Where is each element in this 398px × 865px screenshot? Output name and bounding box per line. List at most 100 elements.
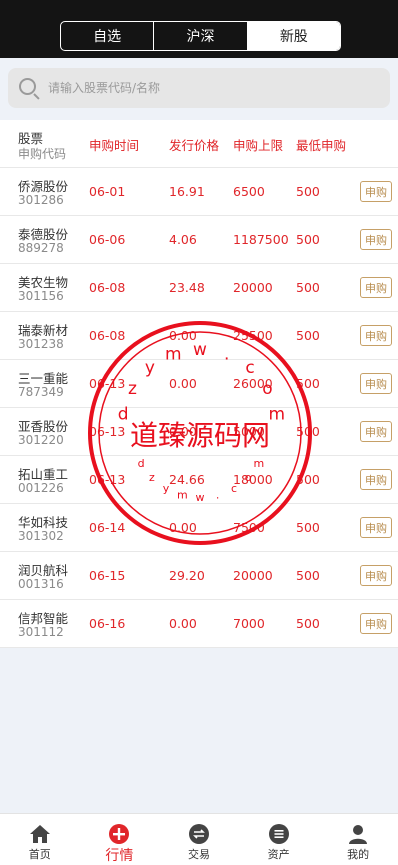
min-subscription: 500 — [296, 472, 320, 487]
home-icon — [29, 825, 50, 843]
header-min: 最低申购 — [296, 138, 347, 153]
tab-new-stocks[interactable]: 新股 — [246, 22, 340, 50]
min-subscription: 500 — [296, 376, 320, 391]
nav-home[interactable]: 首页 — [0, 814, 80, 865]
apply-button[interactable]: 申购 — [360, 565, 392, 586]
ipo-date: 06-01 — [89, 184, 126, 199]
issue-price: 24.66 — [169, 472, 205, 487]
min-subscription: 500 — [296, 184, 320, 199]
table-row[interactable]: 侨源股份 301286 06-01 16.91 6500 500 申购 — [0, 168, 398, 216]
min-subscription: 500 — [296, 520, 320, 535]
ipo-date: 06-13 — [89, 472, 126, 487]
header-date: 申购时间 — [89, 138, 140, 153]
apply-button[interactable]: 申购 — [360, 517, 392, 538]
subscription-limit: 5000 — [233, 424, 265, 439]
stock-code: 301238 — [18, 337, 64, 351]
table-row[interactable]: 亚香股份 301220 06-13 0.00 5000 500 申购 — [0, 408, 398, 456]
nav-assets-label: 资产 — [267, 848, 290, 861]
subscription-limit: 20000 — [233, 280, 273, 295]
ipo-date: 06-08 — [89, 280, 126, 295]
ipo-date: 06-14 — [89, 520, 126, 535]
apply-button[interactable]: 申购 — [360, 613, 392, 634]
stock-code: 301220 — [18, 433, 64, 447]
ipo-date: 06-15 — [89, 568, 126, 583]
issue-price: 0.00 — [169, 424, 197, 439]
table-row[interactable]: 泰德股份 889278 06-06 4.06 1187500 500 申购 — [0, 216, 398, 264]
subscription-limit: 25500 — [233, 328, 273, 343]
exchange-icon — [188, 824, 209, 844]
ipo-date: 06-13 — [89, 376, 126, 391]
nav-market-label: 行情 — [105, 848, 134, 864]
apply-button[interactable]: 申购 — [360, 373, 392, 394]
table-row[interactable]: 拓山重工 001226 06-13 24.66 18000 500 申购 — [0, 456, 398, 504]
min-subscription: 500 — [296, 328, 320, 343]
ipo-date: 06-13 — [89, 424, 126, 439]
tab-shanghai-shenzhen[interactable]: 沪深 — [153, 22, 246, 50]
header-code: 申购代码 — [18, 147, 67, 161]
table-row[interactable]: 瑞泰新材 301238 06-08 0.00 25500 500 申购 — [0, 312, 398, 360]
nav-profile-label: 我的 — [347, 848, 370, 861]
stock-code: 301302 — [18, 529, 64, 543]
stock-code: 787349 — [18, 385, 64, 399]
stock-code: 301112 — [18, 625, 64, 639]
nav-trade-label: 交易 — [187, 848, 210, 861]
market-segmented-control: 自选 沪深 新股 — [60, 21, 341, 51]
user-icon — [349, 825, 368, 844]
stock-code: 301286 — [18, 193, 64, 207]
subscription-limit: 6500 — [233, 184, 265, 199]
header-price: 发行价格 — [169, 138, 220, 153]
table-row[interactable]: 华如科技 301302 06-14 0.00 7500 500 申购 — [0, 504, 398, 552]
nav-market[interactable]: 行情 — [80, 814, 160, 865]
nav-profile[interactable]: 我的 — [318, 814, 398, 865]
issue-price: 23.48 — [169, 280, 205, 295]
bottom-nav: 首页 行情 交易 资产 我的 — [0, 813, 398, 865]
min-subscription: 500 — [296, 616, 320, 631]
wallet-icon — [268, 824, 289, 844]
search-input[interactable] — [48, 81, 368, 95]
min-subscription: 500 — [296, 232, 320, 247]
subscription-limit: 7500 — [233, 520, 265, 535]
min-subscription: 500 — [296, 280, 320, 295]
table-row[interactable]: 美农生物 301156 06-08 23.48 20000 500 申购 — [0, 264, 398, 312]
min-subscription: 500 — [296, 424, 320, 439]
subscription-limit: 26000 — [233, 376, 273, 391]
issue-price: 4.06 — [169, 232, 197, 247]
apply-button[interactable]: 申购 — [360, 421, 392, 442]
stock-code: 301156 — [18, 289, 64, 303]
issue-price: 0.00 — [169, 616, 197, 631]
min-subscription: 500 — [296, 568, 320, 583]
tab-watchlist[interactable]: 自选 — [61, 22, 153, 50]
search-box[interactable] — [8, 68, 390, 108]
apply-button[interactable]: 申购 — [360, 229, 392, 250]
apply-button[interactable]: 申购 — [360, 277, 392, 298]
apply-button[interactable]: 申购 — [360, 469, 392, 490]
subscription-limit: 1187500 — [233, 232, 289, 247]
table-row[interactable]: 三一重能 787349 06-13 0.00 26000 500 申购 — [0, 360, 398, 408]
subscription-limit: 18000 — [233, 472, 273, 487]
search-bar-container — [0, 58, 398, 120]
ipo-date: 06-06 — [89, 232, 126, 247]
stock-code: 001316 — [18, 577, 64, 591]
ipo-table: 股票 申购代码 申购时间 发行价格 申购上限 最低申购 侨源股份 301286 06… — [0, 120, 398, 648]
issue-price: 16.91 — [169, 184, 205, 199]
ipo-date: 06-08 — [89, 328, 126, 343]
top-header: 自选 沪深 新股 — [0, 0, 398, 58]
nav-home-label: 首页 — [28, 848, 51, 861]
table-header: 股票 申购代码 申购时间 发行价格 申购上限 最低申购 — [0, 120, 398, 168]
issue-price: 0.00 — [169, 520, 197, 535]
nav-assets[interactable]: 资产 — [239, 814, 319, 865]
subscription-limit: 20000 — [233, 568, 273, 583]
search-icon — [8, 68, 48, 108]
ipo-date: 06-16 — [89, 616, 126, 631]
header-limit: 申购上限 — [233, 138, 284, 153]
table-row[interactable]: 信邦智能 301112 06-16 0.00 7000 500 申购 — [0, 600, 398, 648]
issue-price: 29.20 — [169, 568, 205, 583]
apply-button[interactable]: 申购 — [360, 181, 392, 202]
issue-price: 0.00 — [169, 376, 197, 391]
subscription-limit: 7000 — [233, 616, 265, 631]
stock-code: 889278 — [18, 241, 64, 255]
nav-trade[interactable]: 交易 — [159, 814, 239, 865]
table-row[interactable]: 润贝航科 001316 06-15 29.20 20000 500 申购 — [0, 552, 398, 600]
apply-button[interactable]: 申购 — [360, 325, 392, 346]
issue-price: 0.00 — [169, 328, 197, 343]
